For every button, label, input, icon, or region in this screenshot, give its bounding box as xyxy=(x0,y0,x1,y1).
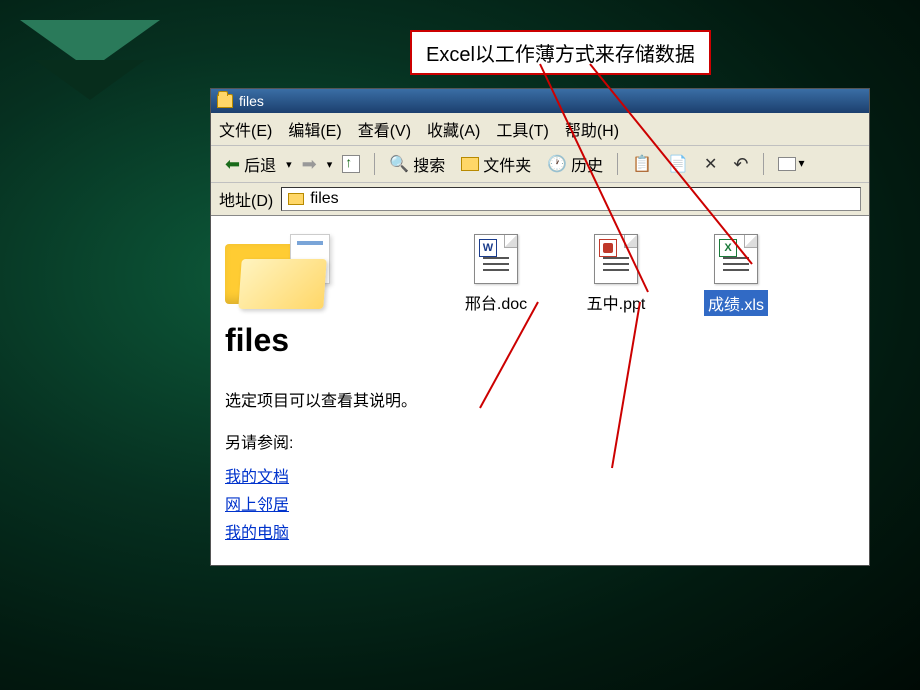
forward-icon xyxy=(302,154,317,175)
menu-favorites[interactable]: 收藏(A) xyxy=(427,117,480,141)
delete-button[interactable] xyxy=(698,152,723,176)
file-item-doc[interactable]: W 邢台.doc xyxy=(451,234,541,314)
file-item-ppt[interactable]: 五中.ppt xyxy=(571,234,661,314)
undo-icon xyxy=(733,154,748,175)
file-label: 成绩.xls xyxy=(704,290,768,316)
menu-view[interactable]: 查看(V) xyxy=(358,117,411,141)
folder-large-icon xyxy=(225,234,335,314)
decorative-triangle xyxy=(20,20,160,120)
toolbar: 后退 搜索 文件夹 历史 xyxy=(211,146,869,183)
titlebar[interactable]: files xyxy=(211,89,869,113)
menu-file[interactable]: 文件(E) xyxy=(219,117,272,141)
addressbar: 地址(D) files xyxy=(211,183,869,216)
folder-name-heading: files xyxy=(225,322,427,359)
callout-excel: Excel以工作薄方式来存储数据 xyxy=(410,30,711,75)
explorer-window: files 文件(E) 编辑(E) 查看(V) 收藏(A) 工具(T) 帮助(H… xyxy=(210,88,870,566)
word-file-icon: W xyxy=(474,234,518,284)
back-button[interactable]: 后退 xyxy=(219,150,282,178)
folders-icon xyxy=(461,157,479,171)
link-my-documents[interactable]: 我的文档 xyxy=(225,463,427,487)
folder-icon xyxy=(217,94,233,108)
menu-help[interactable]: 帮助(H) xyxy=(565,117,619,141)
file-item-xls[interactable]: X 成绩.xls xyxy=(691,234,781,316)
menubar: 文件(E) 编辑(E) 查看(V) 收藏(A) 工具(T) 帮助(H) xyxy=(211,113,869,146)
forward-dropdown[interactable] xyxy=(327,155,333,173)
content-area: files 选定项目可以查看其说明。 另请参阅: 我的文档 网上邻居 我的电脑 … xyxy=(211,216,869,565)
search-button[interactable]: 搜索 xyxy=(383,150,451,178)
folder-description: 选定项目可以查看其说明。 xyxy=(225,387,427,411)
copyto-button[interactable] xyxy=(662,152,694,176)
file-label: 邢台.doc xyxy=(465,290,527,314)
history-button[interactable]: 历史 xyxy=(541,150,609,178)
menu-edit[interactable]: 编辑(E) xyxy=(288,117,341,141)
address-input[interactable]: files xyxy=(281,187,861,211)
back-dropdown[interactable] xyxy=(286,155,292,173)
undo-button[interactable] xyxy=(727,152,754,177)
up-button[interactable] xyxy=(336,153,366,175)
see-also-label: 另请参阅: xyxy=(225,429,427,453)
folder-icon-small xyxy=(288,193,304,205)
views-icon xyxy=(778,157,796,171)
moveto-icon xyxy=(632,154,652,174)
copyto-icon xyxy=(668,154,688,174)
file-label: 五中.ppt xyxy=(587,290,646,314)
window-title: files xyxy=(239,93,264,109)
side-pane: files 选定项目可以查看其说明。 另请参阅: 我的文档 网上邻居 我的电脑 xyxy=(211,216,441,565)
file-list: W 邢台.doc 五中.ppt X 成绩.xls xyxy=(441,216,869,565)
folders-button[interactable]: 文件夹 xyxy=(455,150,537,178)
link-network-neighborhood[interactable]: 网上邻居 xyxy=(225,491,427,515)
back-icon xyxy=(225,154,240,175)
menu-tools[interactable]: 工具(T) xyxy=(496,117,548,141)
excel-file-icon: X xyxy=(714,234,758,284)
up-icon xyxy=(342,155,360,173)
history-icon xyxy=(547,154,567,174)
forward-button[interactable] xyxy=(296,152,323,177)
address-label: 地址(D) xyxy=(219,187,273,211)
delete-icon xyxy=(704,154,717,174)
views-button[interactable] xyxy=(772,155,802,173)
link-my-computer[interactable]: 我的电脑 xyxy=(225,519,427,543)
ppt-file-icon xyxy=(594,234,638,284)
search-icon xyxy=(389,154,409,174)
address-value: files xyxy=(310,190,338,208)
moveto-button[interactable] xyxy=(626,152,658,176)
